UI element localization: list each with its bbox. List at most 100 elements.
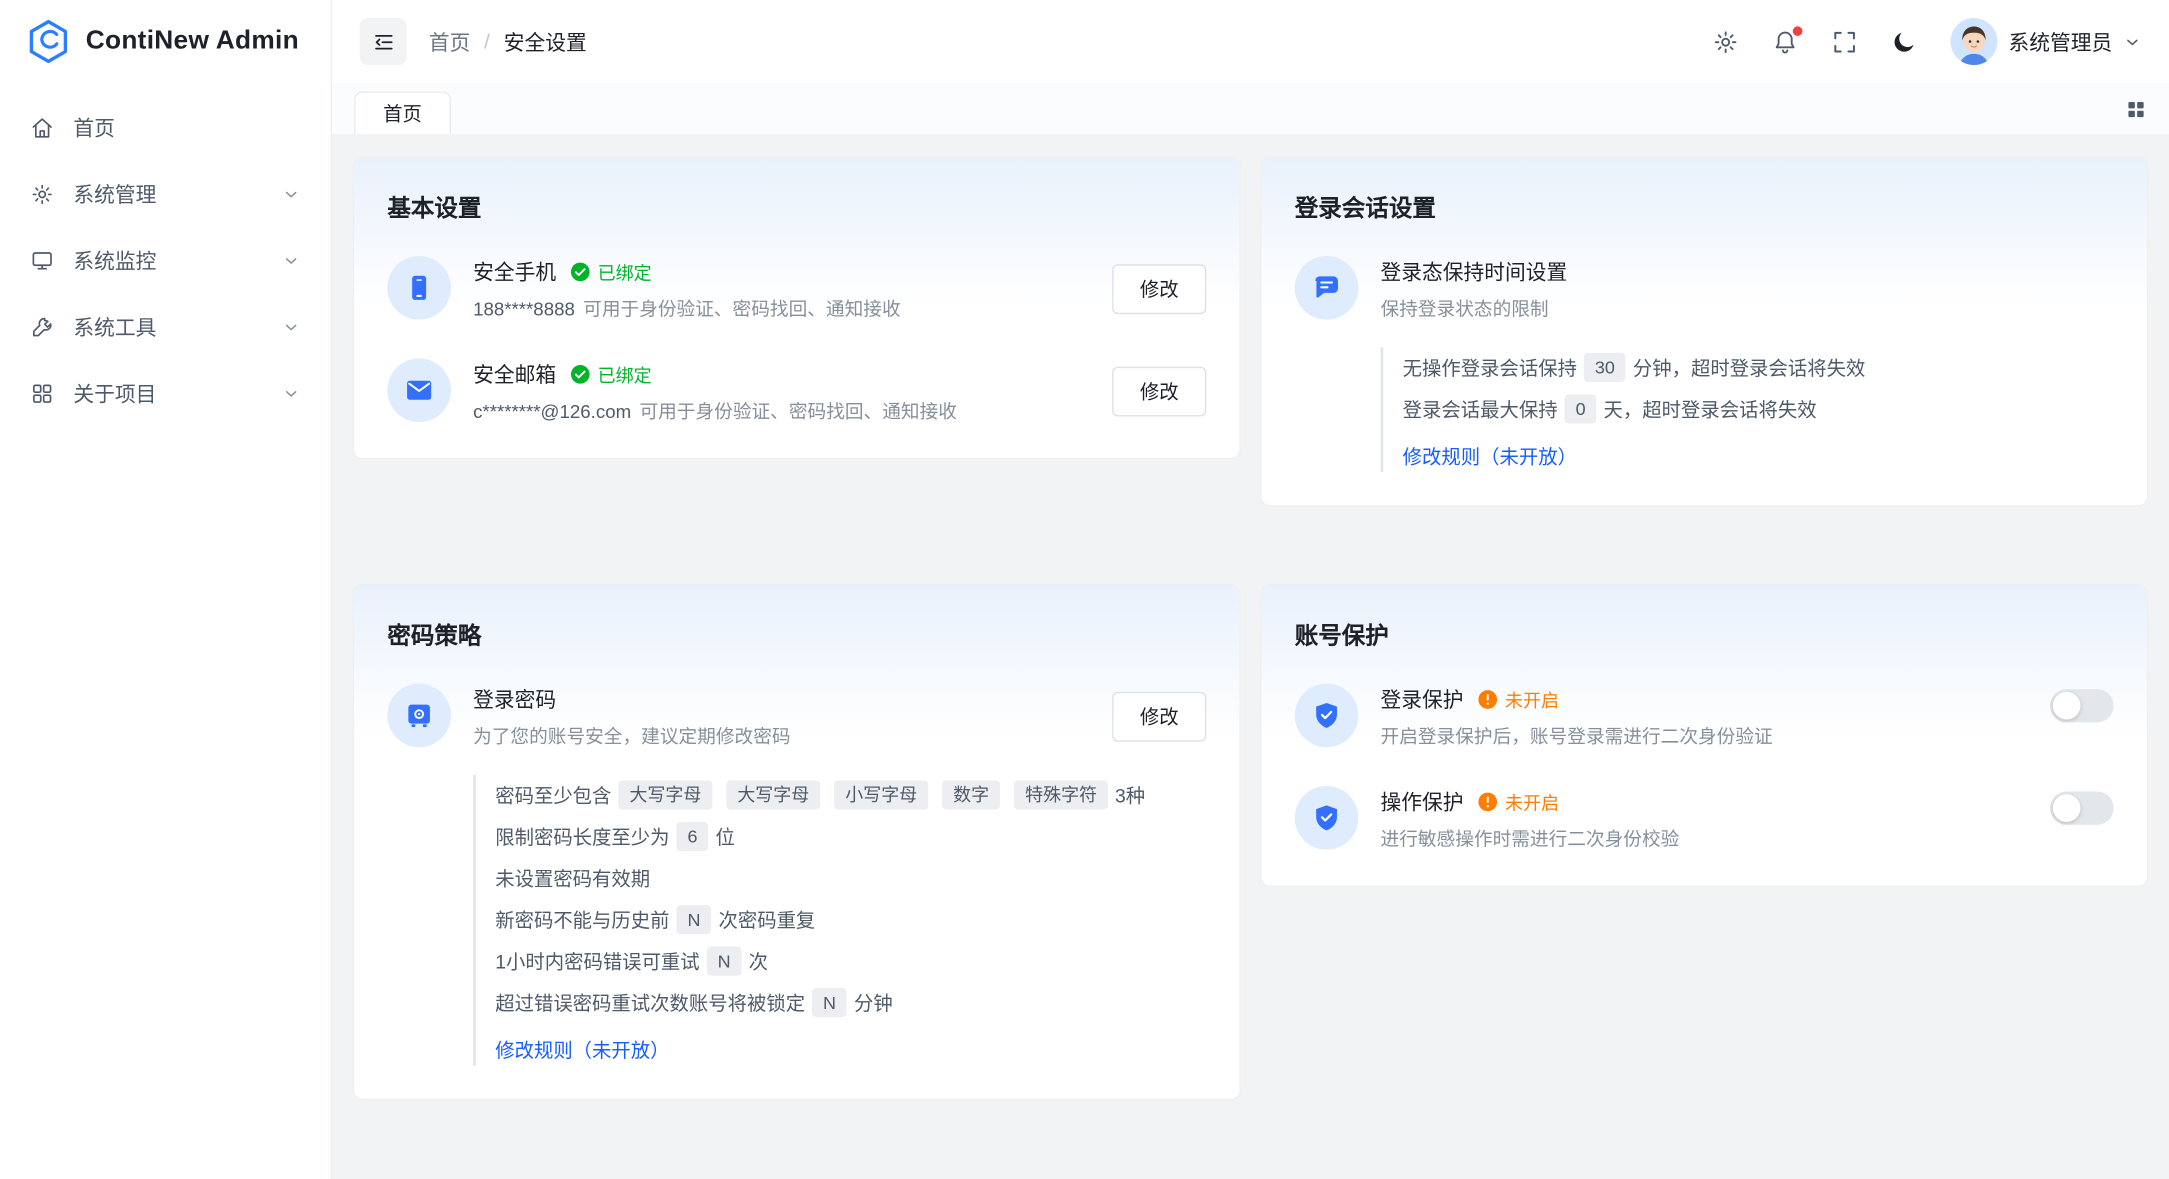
- modify-rules-link[interactable]: 修改规则（未开放）: [495, 1035, 669, 1065]
- card-password-policy: 密码策略 登录密码 为了您的账号安全，建议定期修改密码 修改: [354, 585, 1239, 1098]
- user-menu[interactable]: 系统管理员: [1950, 18, 2141, 65]
- phone-note: 可用于身份验证、密码找回、通知接收: [583, 299, 900, 320]
- gear-icon: [30, 182, 54, 206]
- password-policy-rules: 密码至少包含大写字母大写字母小写字母数字特殊字符3种 限制密码长度至少为6位 未…: [473, 775, 1206, 1066]
- rule-prefix: 密码至少包含: [495, 785, 611, 807]
- item-title: 安全手机: [473, 257, 556, 286]
- fullscreen-icon: [1831, 28, 1857, 54]
- rule-line: 限制密码长度至少为6位: [495, 816, 1206, 858]
- grid-icon: [30, 381, 54, 405]
- tab-label: 首页: [383, 100, 422, 128]
- sidebar-item-system-tools[interactable]: 系统工具: [14, 299, 317, 354]
- item-title: 登录态保持时间设置: [1381, 257, 1568, 286]
- rule-suffix: 3种: [1115, 785, 1145, 807]
- breadcrumb: 首页 / 安全设置: [429, 27, 587, 56]
- topbar: 首页 / 安全设置: [332, 0, 2169, 83]
- sidebar-item-label: 首页: [73, 113, 115, 142]
- status-badge: 已绑定: [570, 361, 652, 387]
- rule-line: 登录会话最大保持 0 天，超时登录会话将失效: [1403, 389, 2114, 431]
- modify-phone-button[interactable]: 修改: [1112, 264, 1206, 314]
- modify-rules-link[interactable]: 修改规则（未开放）: [1403, 441, 1577, 471]
- phone-icon: [387, 256, 451, 320]
- rule-value-tag: N: [812, 988, 847, 1017]
- rule-value-tag: 30: [1584, 353, 1626, 382]
- rule-suffix: 天，超时登录会话将失效: [1604, 399, 1817, 421]
- chevron-down-icon: [282, 251, 300, 269]
- tab-home[interactable]: 首页: [354, 91, 451, 134]
- settings-button[interactable]: [1712, 28, 1738, 54]
- rule-value-tag: N: [707, 947, 742, 976]
- breadcrumb-home[interactable]: 首页: [429, 27, 471, 56]
- status-text: 未开启: [1505, 789, 1559, 815]
- rule-value-tag: N: [676, 905, 711, 934]
- status-text: 已绑定: [598, 361, 652, 387]
- item-description: 进行敏感操作时需进行二次身份校验: [1381, 828, 2028, 853]
- warning-circle-icon: [1477, 792, 1498, 813]
- rule-line: 新密码不能与历史前 N 次密码重复: [495, 899, 1206, 941]
- login-protection-item: 登录保护 未开启 开启登录保护后，账号登录需进行二次身份验证: [1295, 684, 2114, 750]
- rule-value-tag: 6: [676, 822, 708, 851]
- moon-icon: [1891, 28, 1917, 54]
- sidebar-item-label: 关于项目: [73, 378, 156, 407]
- modify-email-button[interactable]: 修改: [1112, 367, 1206, 417]
- main-area: 首页 / 安全设置: [332, 0, 2169, 1179]
- sidebar-item-about-project[interactable]: 关于项目: [14, 365, 317, 420]
- policy-tag: 数字: [942, 780, 1000, 809]
- sidebar-item-label: 系统监控: [73, 246, 156, 275]
- status-badge: 已绑定: [570, 259, 652, 285]
- item-description: c********@126.com 可用于身份验证、密码找回、通知接收: [473, 400, 1090, 425]
- notification-dot: [1793, 26, 1803, 36]
- rule-prefix: 新密码不能与历史前: [495, 909, 669, 931]
- card-title: 登录会话设置: [1295, 188, 2114, 223]
- sidebar-item-home[interactable]: 首页: [14, 100, 317, 155]
- check-circle-icon: [570, 364, 591, 385]
- apps-grid-icon: [2125, 98, 2147, 120]
- rule-prefix: 超过错误密码重试次数账号将被锁定: [495, 992, 805, 1014]
- notifications-button[interactable]: [1772, 28, 1798, 54]
- session-rules: 无操作登录会话保持30分钟，超时登录会话将失效 登录会话最大保持0天，超时登录会…: [1381, 347, 2114, 472]
- logo-row[interactable]: ContiNew Admin: [0, 0, 331, 83]
- user-name: 系统管理员: [2009, 27, 2113, 56]
- rule-line: 超过错误密码重试次数账号将被锁定 N 分钟: [495, 982, 1206, 1024]
- dark-mode-button[interactable]: [1891, 28, 1917, 54]
- item-description: 为了您的账号安全，建议定期修改密码: [473, 725, 1090, 750]
- chevron-down-icon: [282, 318, 300, 336]
- operation-protection-toggle[interactable]: [2050, 792, 2114, 825]
- tabbar: 首页: [332, 83, 2169, 136]
- item-body: 登录密码 为了您的账号安全，建议定期修改密码: [473, 684, 1090, 750]
- breadcrumb-current: 安全设置: [504, 27, 587, 56]
- item-body: 登录态保持时间设置 保持登录状态的限制: [1381, 256, 2114, 322]
- card-title: 基本设置: [387, 188, 1206, 223]
- app-root: ContiNew Admin 首页 系统管理: [0, 0, 2169, 1179]
- login-password-item: 登录密码 为了您的账号安全，建议定期修改密码 修改: [387, 684, 1206, 750]
- sidebar-collapse-button[interactable]: [360, 18, 407, 65]
- email-note: 可用于身份验证、密码找回、通知接收: [639, 401, 956, 422]
- fullscreen-button[interactable]: [1831, 28, 1857, 54]
- rule-line: 1小时内密码错误可重试N次: [495, 941, 1206, 983]
- item-body: 安全手机 已绑定 188****8888可用于身份验证、密码找回、通知接收: [473, 256, 1090, 322]
- card-basic-settings: 基本设置 安全手机 已绑定: [354, 158, 1239, 458]
- card-title: 密码策略: [387, 616, 1206, 651]
- item-title: 安全邮箱: [473, 360, 556, 389]
- item-title: 登录保护: [1381, 685, 1464, 714]
- email-value: c********@126.com: [473, 401, 631, 422]
- rule-suffix: 分钟: [854, 992, 893, 1014]
- rule-value-tag: 0: [1565, 394, 1597, 423]
- item-description: 开启登录保护后，账号登录需进行二次身份验证: [1381, 725, 2028, 750]
- item-body: 登录保护 未开启 开启登录保护后，账号登录需进行二次身份验证: [1381, 684, 2028, 750]
- modify-password-button[interactable]: 修改: [1112, 692, 1206, 742]
- rule-line: 密码至少包含大写字母大写字母小写字母数字特殊字符3种: [495, 775, 1206, 817]
- sidebar-item-system-management[interactable]: 系统管理: [14, 166, 317, 221]
- status-text: 未开启: [1505, 686, 1559, 712]
- sidebar-item-system-monitor[interactable]: 系统监控: [14, 232, 317, 287]
- tab-options-button[interactable]: [2125, 98, 2147, 120]
- safe-lock-icon: [387, 684, 451, 748]
- home-icon: [30, 116, 54, 140]
- item-body: 安全邮箱 已绑定 c********@126.com 可用于身份验证、密码找回、通…: [473, 358, 1090, 424]
- rule-suffix: 次密码重复: [718, 909, 815, 931]
- login-protection-toggle[interactable]: [2050, 689, 2114, 722]
- chat-bubble-icon: [1295, 256, 1359, 320]
- item-title: 操作保护: [1381, 787, 1464, 816]
- rule-prefix: 限制密码长度至少为: [495, 826, 669, 848]
- rule-prefix: 登录会话最大保持: [1403, 399, 1558, 421]
